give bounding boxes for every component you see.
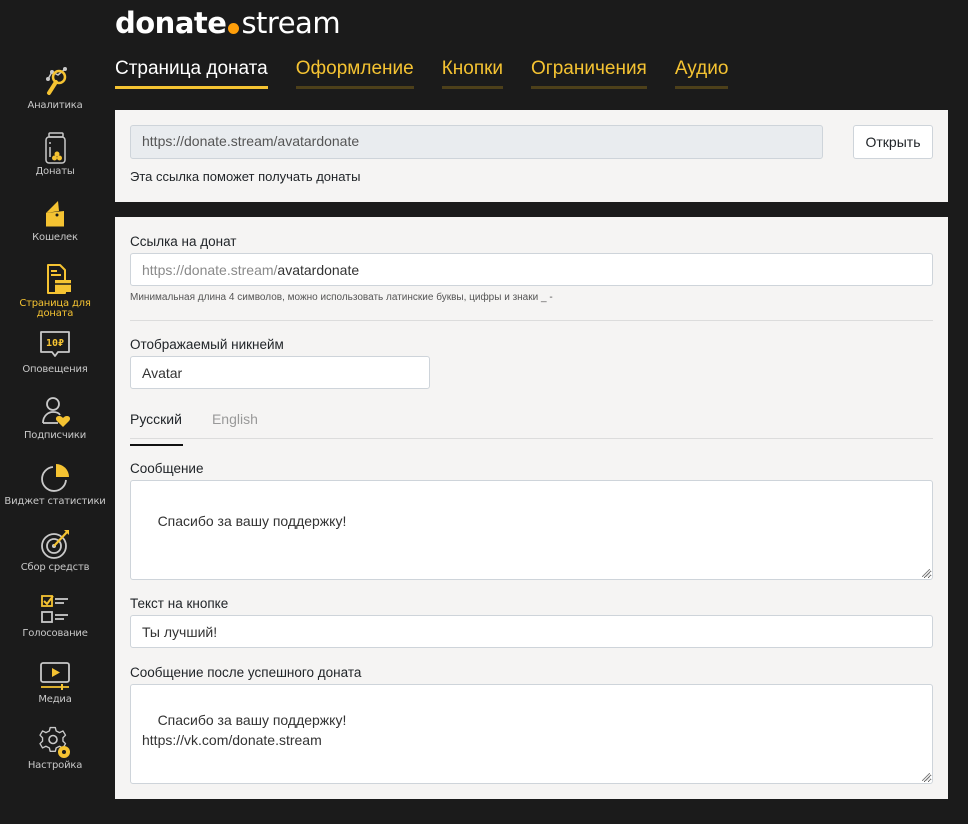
sidebar-item-fundraising[interactable]: Сбор средств xyxy=(0,517,110,583)
donation-link-hint: Минимальная длина 4 символов, можно испо… xyxy=(130,292,553,303)
sidebar: Аналитика Донаты Кошелек Страница для до… xyxy=(0,55,110,781)
page-tabs: Страница доната Оформление Кнопки Ограни… xyxy=(115,58,756,89)
sidebar-item-settings[interactable]: Настройка xyxy=(0,715,110,781)
message-value: Спасибо за вашу поддержку! xyxy=(157,513,347,529)
button-text-input[interactable]: Ты лучший! xyxy=(130,615,933,648)
sidebar-label: Голосование xyxy=(22,628,88,639)
button-text-label: Текст на кнопке xyxy=(130,596,229,611)
resize-handle[interactable] xyxy=(922,569,930,577)
language-tabs: Русский English xyxy=(130,410,933,446)
sidebar-item-media[interactable]: Медиа xyxy=(0,649,110,715)
donation-settings-form: Ссылка на донат https://donate.stream/av… xyxy=(115,217,948,799)
tab-restrictions[interactable]: Ограничения xyxy=(531,58,647,89)
success-message-textarea[interactable]: Спасибо за вашу поддержку! https://vk.co… xyxy=(130,684,933,784)
nickname-input[interactable]: Avatar xyxy=(130,356,430,389)
donation-link-value: avatardonate xyxy=(277,261,360,278)
alerts-icon: 10₽ xyxy=(40,331,70,357)
sidebar-label: Аналитика xyxy=(27,100,83,111)
stats-widget-icon xyxy=(41,464,69,492)
voting-icon xyxy=(41,595,68,623)
svg-text:10₽: 10₽ xyxy=(46,338,64,349)
settings-icon xyxy=(39,726,70,758)
sidebar-item-wallet[interactable]: Кошелек xyxy=(0,187,110,253)
nickname-value: Avatar xyxy=(142,364,183,381)
logo[interactable]: donate stream xyxy=(115,6,341,40)
tab-donation-page[interactable]: Страница доната xyxy=(115,58,268,89)
logo-text-donate: donate xyxy=(115,6,227,40)
sidebar-label: Страница для доната xyxy=(19,298,91,319)
message-label: Сообщение xyxy=(130,461,204,476)
tab-audio[interactable]: Аудио xyxy=(674,58,729,89)
divider xyxy=(130,320,933,321)
sidebar-label: Медиа xyxy=(38,694,72,705)
wallet-icon xyxy=(46,201,64,228)
donation-link-label: Ссылка на донат xyxy=(130,234,237,249)
lang-tab-english[interactable]: English xyxy=(212,410,258,438)
sidebar-label: Виджет статистики xyxy=(4,496,106,507)
sidebar-item-voting[interactable]: Голосование xyxy=(0,583,110,649)
logo-text-stream: stream xyxy=(241,6,341,40)
sidebar-item-alerts[interactable]: 10₽ Оповещения xyxy=(0,319,110,385)
success-message-value: Спасибо за вашу поддержку! https://vk.co… xyxy=(142,712,347,748)
sidebar-item-subscribers[interactable]: Подписчики xyxy=(0,385,110,451)
sidebar-item-donation-page[interactable]: Страница для доната xyxy=(0,253,110,319)
donation-page-icon xyxy=(47,264,71,294)
open-button[interactable]: Открыть xyxy=(853,125,933,159)
sidebar-item-stats-widget[interactable]: Виджет статистики xyxy=(0,451,110,517)
sidebar-label: Подписчики xyxy=(23,430,87,441)
sidebar-label: Настройка xyxy=(27,760,83,771)
sidebar-label: Кошелек xyxy=(32,232,78,243)
sidebar-item-analytics[interactable]: Аналитика xyxy=(0,55,110,121)
donation-link-input[interactable]: https://donate.stream/avatardonate xyxy=(130,253,933,286)
logo-dot xyxy=(228,23,240,34)
fundraising-target-icon xyxy=(41,530,69,559)
donation-url-readonly-field[interactable]: https://donate.stream/avatardonate xyxy=(130,125,823,159)
sidebar-label: Сбор средств xyxy=(20,562,90,573)
sidebar-label: Оповещения xyxy=(22,364,88,375)
resize-handle[interactable] xyxy=(922,773,930,781)
sidebar-item-donations[interactable]: Донаты xyxy=(0,121,110,187)
tab-buttons[interactable]: Кнопки xyxy=(441,58,504,89)
subscribers-icon xyxy=(42,397,71,427)
analytics-icon xyxy=(46,67,67,95)
button-text-value: Ты лучший! xyxy=(142,623,218,640)
donation-link-card: https://donate.stream/avatardonate Откры… xyxy=(115,110,948,202)
success-message-label: Сообщение после успешного доната xyxy=(130,665,362,680)
donations-jar-icon xyxy=(45,132,66,164)
lang-tab-russian[interactable]: Русский xyxy=(130,410,183,446)
sidebar-label: Донаты xyxy=(35,166,75,177)
media-icon xyxy=(40,662,70,690)
link-hint: Эта ссылка поможет получать донаты xyxy=(130,169,361,184)
message-textarea[interactable]: Спасибо за вашу поддержку! xyxy=(130,480,933,580)
nickname-label: Отображаемый никнейм xyxy=(130,337,284,352)
donation-link-prefix: https://donate.stream/ xyxy=(142,261,278,278)
tab-design[interactable]: Оформление xyxy=(295,58,414,89)
